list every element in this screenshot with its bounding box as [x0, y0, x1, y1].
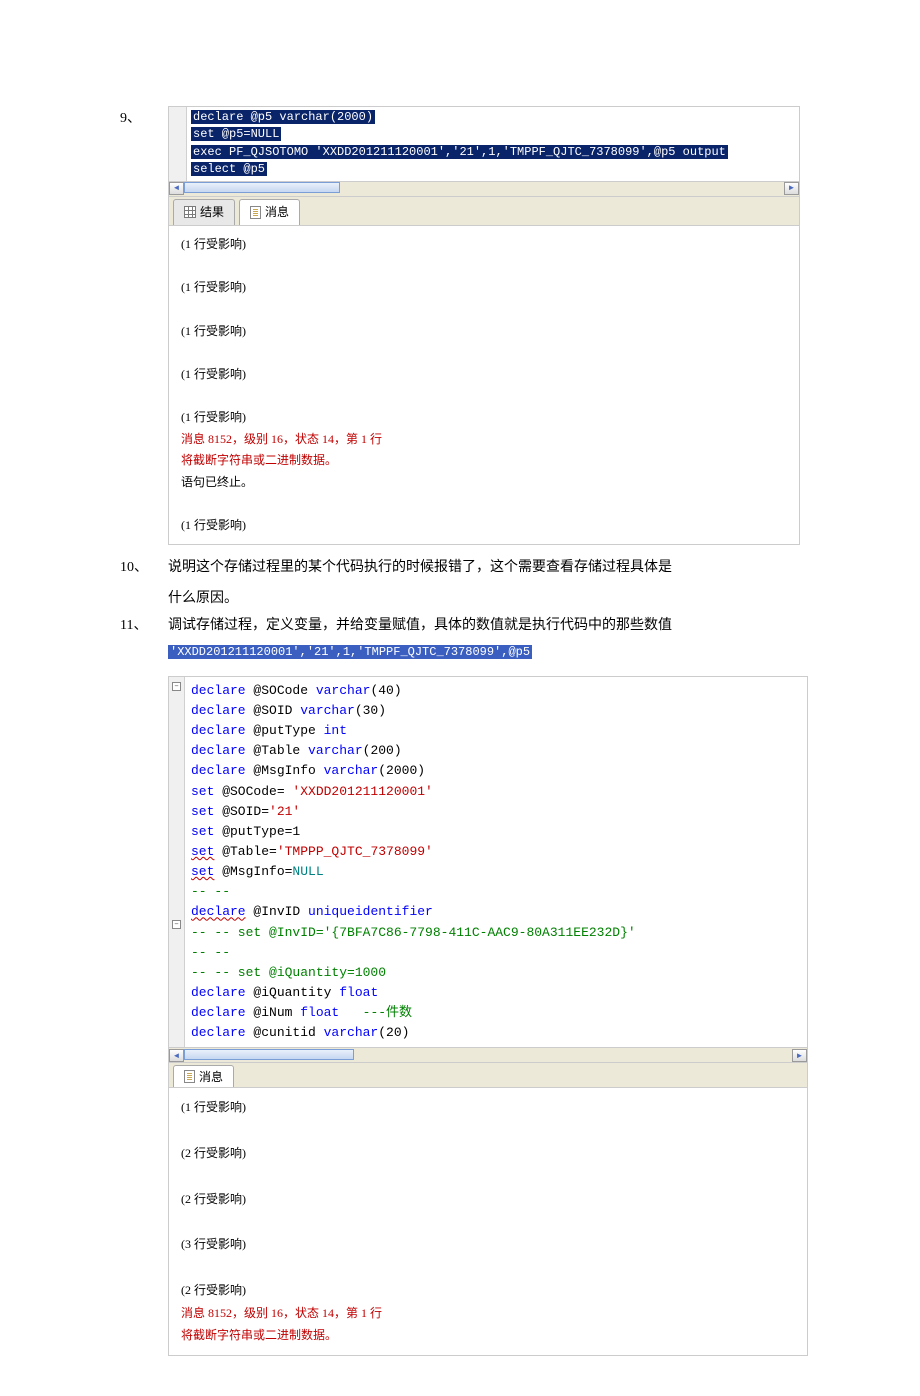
scroll-left-icon[interactable]: ◄ [169, 1049, 184, 1062]
messages-pane-1[interactable]: (1 行受影响) (1 行受影响) (1 行受影响) (1 行受影响) (1 行… [168, 226, 800, 545]
scroll-thumb[interactable] [184, 1049, 354, 1060]
message-line: (1 行受影响) [181, 321, 787, 343]
error-line: 将截断字符串或二进制数据。 [181, 450, 787, 472]
message-line: (2 行受影响) [181, 1188, 795, 1211]
sql-editor-2[interactable]: – declare @SOCode varchar(40) declare @S… [168, 676, 808, 1049]
params-highlight: 'XXDD201211120001','21',1,'TMPPF_QJTC_73… [168, 645, 532, 659]
error-line: 将截断字符串或二进制数据。 [181, 1324, 795, 1347]
page-icon [250, 206, 261, 219]
tab-results-label: 结果 [200, 202, 224, 224]
message-line: (1 行受影响) [181, 277, 787, 299]
code-line: set @p5=NULL [191, 127, 281, 141]
sql-editor-1[interactable]: declare @p5 varchar(2000) set @p5=NULL e… [168, 106, 800, 182]
tab-messages-label-2: 消息 [199, 1068, 223, 1085]
messages-pane-2[interactable]: (1 行受影响) (2 行受影响) (2 行受影响) (3 行受影响) (2 行… [168, 1088, 808, 1356]
results-tabs: 结果 消息 [168, 197, 800, 227]
horizontal-scrollbar[interactable]: ◄ ► [168, 182, 800, 197]
message-line: (1 行受影响) [181, 1096, 795, 1119]
tab-messages-label: 消息 [265, 202, 289, 224]
error-line: 消息 8152，级别 16，状态 14，第 1 行 [181, 1302, 795, 1325]
message-line: (2 行受影响) [181, 1142, 795, 1165]
tab-messages-2[interactable]: 消息 [173, 1065, 234, 1087]
message-line: (1 行受影响) [181, 234, 787, 256]
scroll-thumb[interactable] [184, 182, 340, 193]
horizontal-scrollbar-2[interactable]: ◄ ► [168, 1048, 808, 1063]
page-icon [184, 1070, 195, 1083]
message-line: (1 行受影响) [181, 515, 787, 537]
tab-messages[interactable]: 消息 [239, 199, 300, 226]
scroll-right-icon[interactable]: ► [784, 182, 799, 195]
code-line: declare @p5 varchar(2000) [191, 110, 375, 124]
message-line: 语句已终止。 [181, 472, 787, 494]
error-line: 消息 8152，级别 16，状态 14，第 1 行 [181, 429, 787, 451]
code-line: select @p5 [191, 162, 267, 176]
scroll-left-icon[interactable]: ◄ [169, 182, 184, 195]
code-line: exec PF_QJSOTOMO 'XXDD201211120001','21'… [191, 145, 728, 159]
tab-results[interactable]: 结果 [173, 199, 235, 226]
item-10-text-b: 什么原因。 [168, 587, 800, 607]
message-line: (3 行受影响) [181, 1233, 795, 1256]
collapse-icon[interactable]: – [172, 682, 181, 691]
results-tabs-2: 消息 [168, 1063, 808, 1088]
list-number-9: 9、 [120, 106, 168, 131]
list-number-10: 10、 [120, 555, 168, 580]
collapse-icon[interactable]: – [172, 920, 181, 929]
item-10-text-a: 说明这个存储过程里的某个代码执行的时候报错了，这个需要查看存储过程具体是 [168, 555, 800, 580]
message-line: (1 行受影响) [181, 364, 787, 386]
grid-icon [184, 206, 196, 218]
scroll-right-icon[interactable]: ► [792, 1049, 807, 1062]
message-line: (2 行受影响) [181, 1279, 795, 1302]
message-line: (1 行受影响) [181, 407, 787, 429]
item-11-text: 调试存储过程，定义变量，并给变量赋值，具体的数值就是执行代码中的那些数值 [168, 613, 800, 638]
list-number-11: 11、 [120, 613, 168, 638]
